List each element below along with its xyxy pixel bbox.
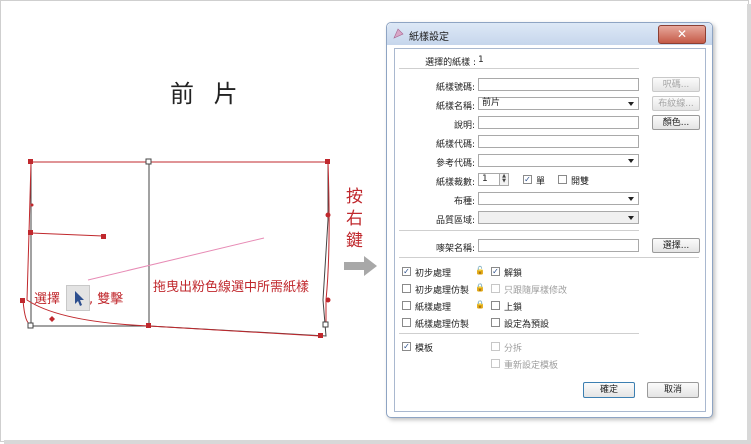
ok-button[interactable]: 確定 [583,382,635,398]
control-point [325,159,330,164]
control-point [101,234,106,239]
follow-thickness-checkbox[interactable] [491,284,500,293]
pattern-number-input[interactable] [478,78,639,91]
selected-count-value: 1 [478,55,484,65]
reference-code-combo[interactable] [478,154,639,167]
control-point [325,297,331,303]
fabric-label: 布種: [453,197,475,207]
dialog-client-area: 選擇的紙樣 : 1 紙樣號碼: 呎碼... 紙樣名稱: 前片 布紋線... 說明… [394,48,706,412]
reset-template-label: 重新設定模板 [504,361,559,371]
dialog-title: 紙樣設定 [409,32,449,43]
separator [399,68,639,69]
lock-icon: 🔒 [475,300,485,309]
pattern-processing-copy-label: 紙樣處理仿製 [415,320,470,330]
initial-processing-copy-label: 初步處理仿製 [415,286,470,296]
arrow-right-icon [344,256,377,276]
control-point [28,230,33,235]
select-button[interactable]: 選擇... [652,238,700,253]
pattern-code-label: 紙樣代碼: [435,140,475,150]
control-point [28,159,33,164]
control-point [145,158,152,165]
set-default-checkbox[interactable] [491,318,500,327]
description-input[interactable] [478,116,639,129]
lookup-button[interactable]: 呎碼... [652,77,700,92]
style-name-input[interactable] [478,239,639,252]
template-label: 模板 [415,344,434,354]
style-name-label: 嘜架名稱: [435,244,475,254]
control-point [322,321,329,328]
pink-selection-line [87,237,265,281]
pattern-settings-dialog: 紙樣設定 ✕ 選擇的紙樣 : 1 紙樣號碼: 呎碼... 紙樣名稱: 前片 布紋… [386,22,713,418]
select-instruction-prefix: 選擇 [34,292,61,307]
pattern-name-label: 紙樣名稱: [435,102,475,112]
control-point [30,203,34,207]
reset-template-checkbox[interactable] [491,359,500,368]
unlock-label: 解鎖 [504,269,523,279]
selected-count-label: 選擇的紙樣 : [425,58,476,68]
cancel-button[interactable]: 取消 [647,382,699,398]
pattern-processing-checkbox[interactable] [402,301,411,310]
initial-processing-label: 初步處理 [415,269,452,279]
pieces-label: 紙樣裁數: [435,178,475,188]
fabric-combo[interactable] [478,192,639,205]
initial-processing-copy-checkbox[interactable] [402,284,411,293]
right-click-char: 鍵 [346,231,363,251]
follow-thickness-label: 只跟隨厚樣修改 [504,286,568,296]
pieces-spinner[interactable]: ▲ ▼ [500,173,509,186]
control-point [318,333,323,338]
set-default-label: 設定為預設 [504,320,550,330]
pair-label: 開雙 [571,177,590,187]
right-click-char: 右 [346,209,363,229]
cursor-tool-icon [66,285,90,311]
separator [399,257,699,258]
lock-label: 上鎖 [504,303,523,313]
select-instruction-suffix: , 雙擊 [89,292,124,307]
pattern-inner-line [30,232,104,237]
quality-zone-combo[interactable] [478,211,639,224]
pieces-input[interactable]: 1 [478,173,500,186]
pattern-code-input[interactable] [478,135,639,148]
control-point [49,316,55,322]
pattern-processing-label: 紙樣處理 [415,303,452,313]
description-label: 說明: [453,121,475,131]
initial-processing-checkbox[interactable]: ✓ [402,267,411,276]
drag-instruction: 拖曳出粉色線選中所需紙樣 [153,280,310,295]
layout-lines-button[interactable]: 布紋線... [652,96,700,111]
lock-checkbox[interactable] [491,301,500,310]
right-click-char: 按 [346,187,363,207]
separator [399,333,639,334]
unlock-checkbox[interactable]: ✓ [491,267,500,276]
dialog-titlebar[interactable]: 紙樣設定 ✕ [387,23,712,45]
arrow-cursor-icon [75,291,84,306]
close-button[interactable]: ✕ [658,25,706,44]
lock-icon: 🔒 [475,283,485,292]
control-point [27,322,34,329]
split-label: 分拆 [504,344,523,354]
pair-checkbox[interactable] [558,175,567,184]
pattern-name-combo[interactable]: 前片 [478,97,639,110]
color-button[interactable]: 顏色... [652,115,700,130]
app-icon [393,28,404,39]
pattern-curve [22,299,32,325]
single-label: 單 [536,177,546,187]
right-click-label: 按 右 鍵 [346,186,366,252]
separator [399,230,639,231]
template-checkbox[interactable]: ✓ [402,342,411,351]
pattern-number-label: 紙樣號碼: [435,83,475,93]
quality-zone-label: 品質區域: [435,216,475,226]
split-checkbox[interactable] [491,342,500,351]
reference-code-label: 參考代碼: [435,159,475,169]
control-point [20,298,25,303]
control-point [325,212,331,218]
pattern-processing-copy-checkbox[interactable] [402,318,411,327]
single-checkbox[interactable]: ✓ [523,175,532,184]
control-point [146,323,151,328]
unlock-icon: 🔓 [475,266,485,275]
